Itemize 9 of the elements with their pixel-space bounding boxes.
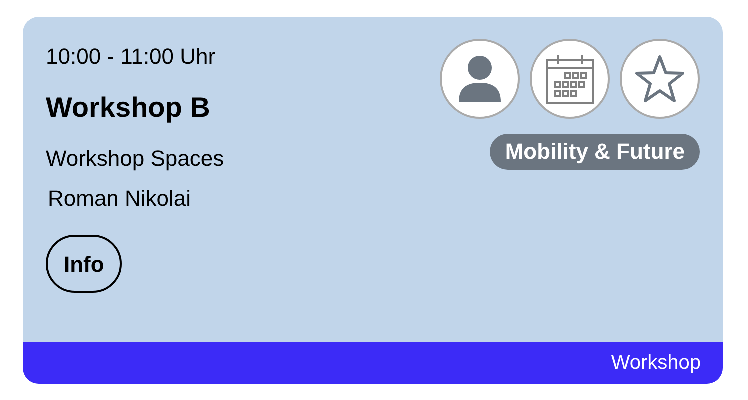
location-text: Workshop Spaces (46, 145, 224, 173)
track-tag: Mobility & Future (490, 134, 700, 170)
category-label: Workshop (611, 351, 701, 376)
time-range: 10:00 - 11:00 Uhr (46, 43, 216, 71)
speaker-name: Roman Nikolai (48, 185, 192, 213)
info-button[interactable]: Info (46, 235, 122, 293)
event-title: Workshop B (46, 91, 210, 125)
person-icon (457, 54, 503, 104)
calendar-icon (545, 53, 595, 105)
